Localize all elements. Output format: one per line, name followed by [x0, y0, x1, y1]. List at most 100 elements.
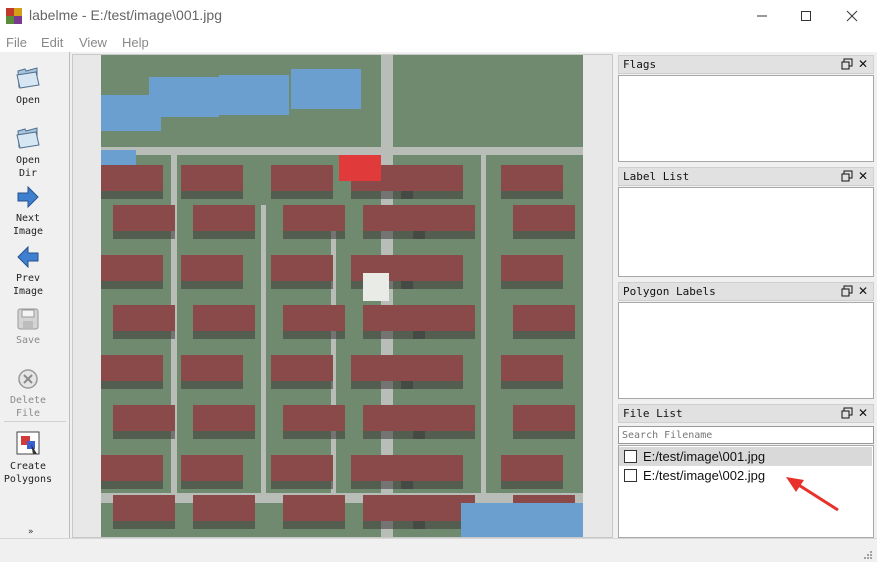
polygon-labels-dock-title: Polygon Labels ✕: [618, 282, 874, 301]
close-icon[interactable]: ✕: [858, 169, 868, 183]
building-shadow: [193, 331, 255, 339]
residential-building: [513, 405, 575, 431]
blue-roof-building: [149, 77, 219, 117]
residential-building: [193, 205, 255, 231]
residential-building: [401, 355, 463, 381]
building-shadow: [401, 191, 463, 199]
float-icon[interactable]: [841, 285, 853, 297]
building-shadow: [501, 381, 563, 389]
building-shadow: [401, 481, 463, 489]
road: [481, 155, 486, 495]
residential-building: [101, 165, 163, 191]
open-button[interactable]: Open: [0, 64, 56, 107]
polygon-tool-icon: [16, 431, 40, 455]
prev-image-button[interactable]: Prev Image: [0, 246, 56, 298]
file-list-title: File List: [623, 407, 683, 420]
close-icon[interactable]: ✕: [858, 284, 868, 298]
residential-building: [193, 305, 255, 331]
residential-building: [501, 165, 563, 191]
building-shadow: [181, 191, 243, 199]
create-polygons-label: Create Polygons: [3, 461, 53, 485]
residential-building: [101, 355, 163, 381]
residential-building: [113, 495, 175, 521]
road: [331, 205, 336, 495]
building-shadow: [113, 431, 175, 439]
building-shadow: [283, 431, 345, 439]
maximize-icon: [801, 11, 811, 21]
residential-building: [513, 205, 575, 231]
building-shadow: [181, 381, 243, 389]
residential-building: [283, 205, 345, 231]
next-image-label: Next Image: [12, 213, 44, 237]
aerial-image: [101, 55, 583, 537]
close-icon[interactable]: ✕: [858, 406, 868, 420]
residential-building: [283, 495, 345, 521]
label-list-panel[interactable]: [618, 187, 874, 277]
residential-building: [113, 205, 175, 231]
blue-roof-building: [219, 75, 289, 115]
building-shadow: [271, 381, 333, 389]
close-icon: [846, 10, 858, 22]
maximize-button[interactable]: [783, 0, 829, 32]
next-image-button[interactable]: Next Image: [0, 186, 56, 238]
building-shadow: [101, 481, 163, 489]
road: [261, 205, 266, 495]
residential-building: [501, 355, 563, 381]
minimize-icon: [757, 15, 767, 17]
building-shadow: [113, 231, 175, 239]
toolbar-extension-icon[interactable]: »: [28, 527, 34, 537]
search-filename-input[interactable]: [618, 426, 874, 444]
folder-icon: [16, 127, 40, 149]
title-bar: labelme - E:/test/image\001.jpg: [0, 0, 877, 32]
delete-circle-icon: [18, 369, 38, 389]
canvas-area[interactable]: [72, 54, 613, 538]
close-icon[interactable]: ✕: [858, 57, 868, 71]
float-icon[interactable]: [841, 407, 853, 419]
blue-roof-building: [291, 69, 361, 109]
building-shadow: [113, 521, 175, 529]
residential-building: [271, 455, 333, 481]
menu-bar: File Edit View Help: [0, 32, 877, 52]
residential-building: [271, 255, 333, 281]
building-shadow: [101, 381, 163, 389]
residential-building: [181, 255, 243, 281]
tool-bar: Open Open Dir Next Image Prev Image Save: [0, 52, 70, 538]
residential-building: [181, 455, 243, 481]
minimize-button[interactable]: [739, 0, 785, 32]
building-shadow: [193, 431, 255, 439]
building-shadow: [501, 281, 563, 289]
menu-help[interactable]: Help: [122, 35, 149, 50]
resize-grip-icon[interactable]: [863, 550, 873, 560]
save-button[interactable]: Save: [0, 308, 56, 347]
residential-building: [413, 205, 475, 231]
file-checkbox[interactable]: [624, 450, 637, 463]
residential-building: [181, 355, 243, 381]
building-shadow: [101, 191, 163, 199]
float-icon[interactable]: [841, 58, 853, 70]
file-checkbox[interactable]: [624, 469, 637, 482]
open-dir-button[interactable]: Open Dir: [0, 124, 56, 180]
polygon-labels-panel[interactable]: [618, 302, 874, 399]
menu-file[interactable]: File: [6, 35, 27, 50]
close-button[interactable]: [829, 0, 875, 32]
building-shadow: [271, 281, 333, 289]
residential-building: [113, 305, 175, 331]
delete-file-label: Delete File: [9, 395, 47, 419]
residential-building: [193, 495, 255, 521]
building-shadow: [413, 431, 475, 439]
menu-view[interactable]: View: [79, 35, 107, 50]
float-icon[interactable]: [841, 170, 853, 182]
building-shadow: [271, 481, 333, 489]
file-list-item[interactable]: E:/test/image\001.jpg: [619, 447, 872, 466]
create-polygons-button[interactable]: Create Polygons: [0, 430, 56, 486]
building-shadow: [513, 431, 575, 439]
building-shadow: [193, 231, 255, 239]
delete-file-button[interactable]: Delete File: [0, 368, 56, 420]
residential-building: [401, 165, 463, 191]
menu-edit[interactable]: Edit: [41, 35, 63, 50]
flags-panel[interactable]: [618, 75, 874, 162]
building-shadow: [401, 281, 463, 289]
aerial-image-graphic: [101, 55, 583, 537]
residential-building: [401, 255, 463, 281]
building-shadow: [413, 331, 475, 339]
